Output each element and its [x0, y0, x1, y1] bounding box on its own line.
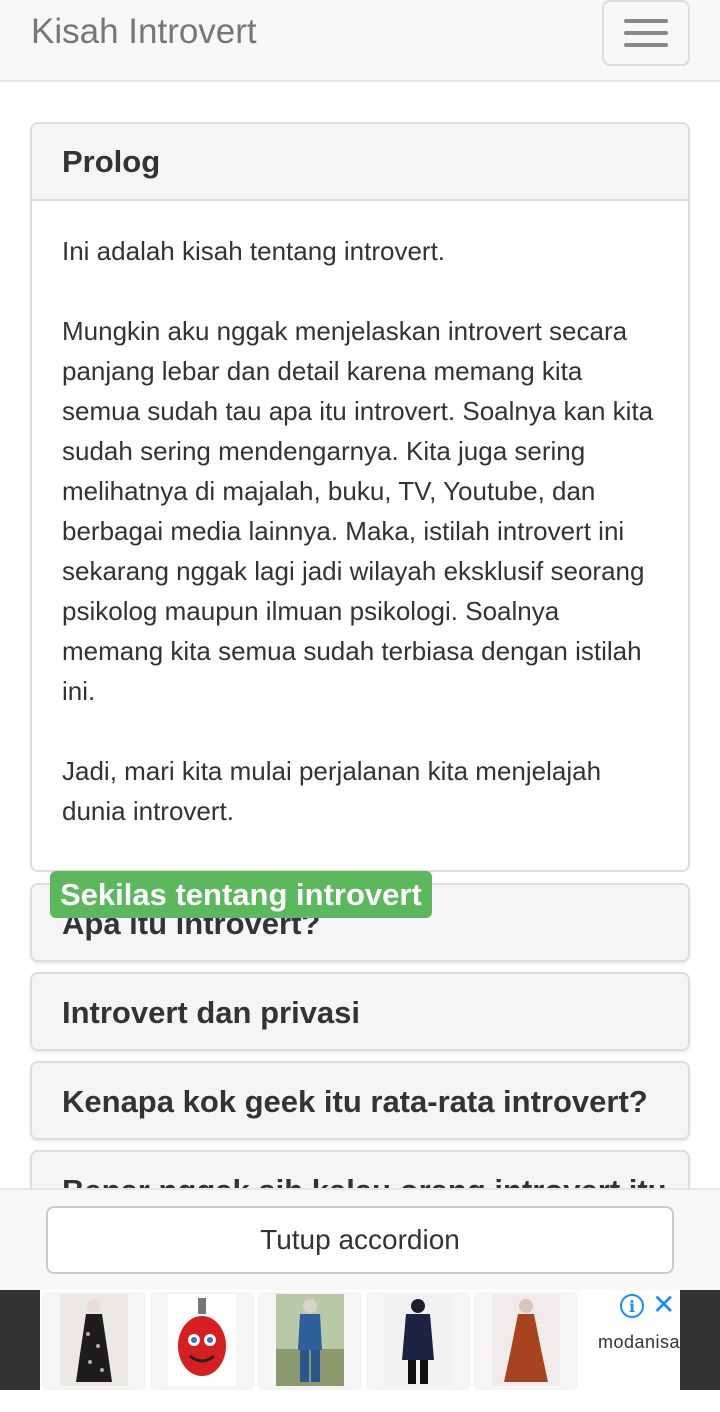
ad-product-floral-dress[interactable] — [44, 1294, 144, 1388]
footer-bar: Tutup accordion — [0, 1188, 720, 1290]
ad-product-navy-tunic[interactable] — [368, 1294, 468, 1388]
panel-heading[interactable]: Benar nggak sih kalau orang introvert it… — [32, 1152, 688, 1188]
panel-body-prolog: Ini adalah kisah tentang introvert. Mung… — [32, 201, 688, 831]
denim-set-image — [276, 1294, 344, 1386]
paragraph: Mungkin aku nggak menjelaskan introvert … — [62, 316, 654, 706]
accordion-panel-3[interactable]: Kenapa kok geek itu rata-rata introvert? — [30, 1061, 690, 1140]
floral-dress-image — [60, 1294, 128, 1386]
ad-product-kids-backpack[interactable] — [152, 1294, 252, 1388]
ad-product-rust-dress[interactable] — [476, 1294, 576, 1388]
ad-close-icon[interactable]: ✕ — [652, 1291, 675, 1319]
ad-product-denim-set[interactable] — [260, 1294, 360, 1388]
accordion-panel-4[interactable]: Benar nggak sih kalau orang introvert it… — [30, 1150, 690, 1188]
accordion-panel-prolog: Prolog Ini adalah kisah tentang introver… — [30, 122, 690, 872]
panel-heading-prolog[interactable]: Prolog — [32, 124, 688, 201]
navbar: Kisah Introvert — [0, 0, 720, 82]
paragraph: Ini adalah kisah tentang introvert. — [62, 236, 446, 266]
accordion-panel-2[interactable]: Introvert dan privasi — [30, 972, 690, 1051]
hamburger-icon-line — [624, 43, 668, 47]
bottom-spacer — [0, 1390, 720, 1412]
rust-dress-image — [492, 1294, 560, 1386]
close-accordion-button[interactable]: Tutup accordion — [46, 1206, 674, 1274]
accordion-container: Prolog Ini adalah kisah tentang introver… — [0, 84, 720, 1188]
site-brand[interactable]: Kisah Introvert — [31, 12, 257, 52]
hamburger-icon-line — [624, 31, 668, 35]
panel-heading[interactable]: Introvert dan privasi — [32, 974, 688, 1049]
paragraph: Jadi, mari kita mulai perjalanan kita me… — [62, 756, 602, 826]
navy-tunic-image — [384, 1294, 452, 1386]
ad-banner: i ✕ modanisa — [0, 1290, 720, 1390]
hamburger-icon — [624, 19, 668, 23]
ad-content[interactable]: i ✕ modanisa — [40, 1290, 680, 1390]
ad-info-icon[interactable]: i — [620, 1294, 644, 1318]
panel-heading[interactable]: Kenapa kok geek itu rata-rata introvert? — [32, 1063, 688, 1138]
menu-toggle-button[interactable] — [602, 0, 690, 66]
backpack-image — [168, 1294, 236, 1386]
section-badge: Sekilas tentang introvert — [50, 871, 432, 918]
ad-brand-logo[interactable]: modanisa — [598, 1332, 680, 1353]
